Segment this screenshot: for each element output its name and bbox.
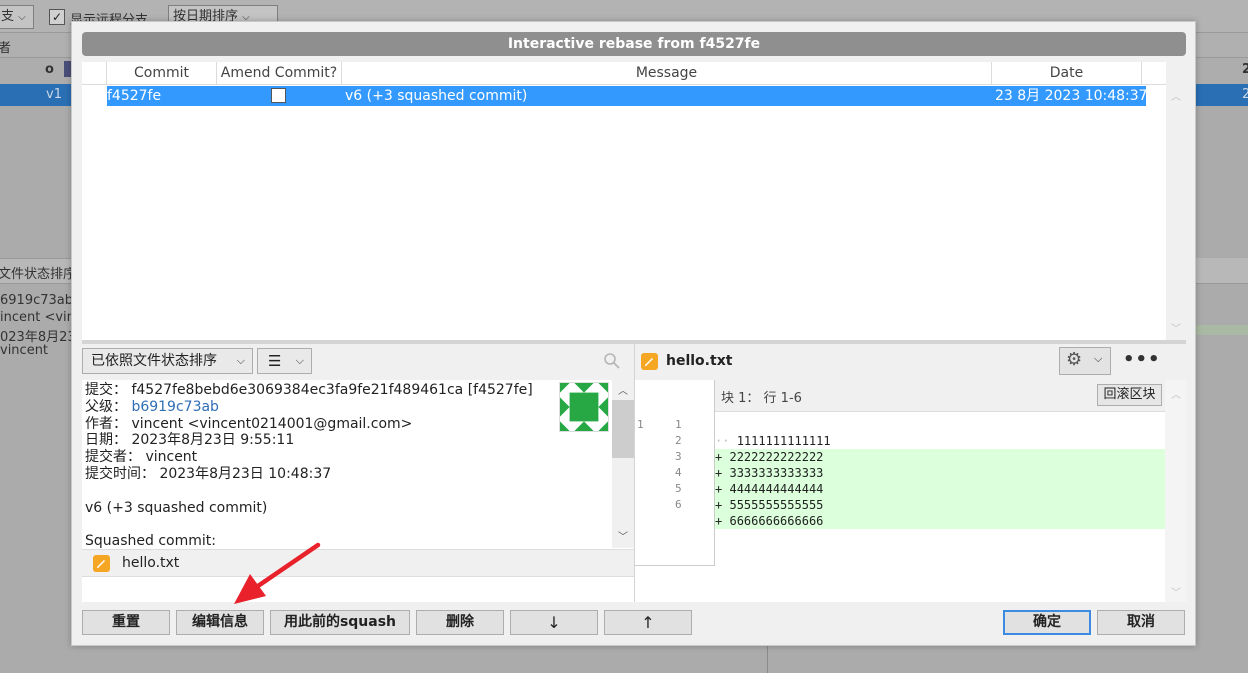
ok-button[interactable]: 确定 xyxy=(1003,610,1091,635)
rollback-hunk-button[interactable]: 回滚区块 xyxy=(1097,384,1162,406)
commit-details-pane: 已依照文件状态排序 ⌵ ☰ ⌵ 提交： f4527fe8bebd6e306938… xyxy=(82,344,634,602)
background-diff-bar xyxy=(1196,325,1248,335)
scroll-down-icon[interactable]: ﹀ xyxy=(1171,584,1181,599)
commit-hash: f4527fe8bebd6e3069384ec3fa9fe21f489461ca… xyxy=(131,382,533,398)
diff-line-added: + 2222222222222 xyxy=(715,449,1165,465)
new-line-number: 4 xyxy=(675,466,682,479)
search-icon[interactable] xyxy=(603,352,621,370)
file-name: hello.txt xyxy=(122,555,180,571)
diff-line: ·· 1111111111111 xyxy=(715,434,831,448)
diff-line-added: + 4444444444444 xyxy=(715,481,1165,497)
diff-scrollbar[interactable]: ︿ ﹀ xyxy=(1165,380,1187,602)
new-line-number: 2 xyxy=(675,434,682,447)
date-label: 日期： xyxy=(85,432,127,449)
cancel-button[interactable]: 取消 xyxy=(1097,610,1185,635)
interactive-rebase-dialog: Interactive rebase from f4527fe Commit A… xyxy=(71,21,1196,646)
selected-row-label: v1 xyxy=(46,87,62,102)
parent-label: 父级： xyxy=(85,398,127,415)
column-header-amend[interactable]: Amend Commit? xyxy=(217,62,342,85)
background-file-panel-header: 文件状态排序 xyxy=(0,258,80,284)
squashed-label: Squashed commit: xyxy=(85,533,216,548)
file-list-item[interactable]: hello.txt xyxy=(82,549,634,577)
author-value: vincent <vincent0214001@gmail.com> xyxy=(131,415,413,432)
amend-checkbox[interactable] xyxy=(271,88,286,103)
squash-with-previous-button[interactable]: 用此前的squash xyxy=(270,610,410,635)
row-commit: f4527fe xyxy=(107,88,162,104)
hunk-title: 块 1： 行 1-6 xyxy=(721,391,802,406)
branch-dropdown: 支 ⌵ xyxy=(0,5,34,29)
row-message: v6 (+3 squashed commit) xyxy=(345,88,528,104)
background-line: vincent xyxy=(0,343,49,358)
graph-node: o xyxy=(45,62,54,77)
diff-file-name: hello.txt xyxy=(666,353,733,369)
background-line: incent <vin xyxy=(0,310,75,325)
diff-line-added: + 6666666666666 xyxy=(715,513,1165,529)
background-line: 6919c73ab xyxy=(0,293,73,308)
scroll-up-icon[interactable]: ︿ xyxy=(1171,88,1181,103)
diff-line-added: + 5555555555555 xyxy=(715,497,1165,513)
edit-message-button[interactable]: 编辑信息 xyxy=(176,610,264,635)
details-toolbar: 已依照文件状态排序 ⌵ ☰ ⌵ xyxy=(82,344,634,380)
commit-time-value: 2023年8月23日 10:48:37 xyxy=(159,465,332,482)
scroll-thumb[interactable] xyxy=(612,400,634,458)
background-row-right: 2 xyxy=(1242,62,1248,77)
scroll-down-icon[interactable]: ﹀ xyxy=(618,528,628,543)
column-header-message[interactable]: Message xyxy=(342,62,992,85)
commit-time-label: 提交时间： xyxy=(85,465,155,482)
committer-value: vincent xyxy=(145,449,198,466)
diff-pane: hello.txt ⚙ ⌵ ••• 1 1 2 3 4 5 6 块 1： 行 1… xyxy=(634,344,1187,602)
list-icon: ☰ xyxy=(268,352,282,370)
scroll-up-icon[interactable]: ︿ xyxy=(1171,386,1181,401)
background-right-header xyxy=(1196,258,1248,284)
delete-button[interactable]: 删除 xyxy=(416,610,504,635)
parent-link[interactable]: b6919c73ab xyxy=(131,399,219,415)
scroll-up-icon[interactable]: ︿ xyxy=(618,382,628,397)
reset-button[interactable]: 重置 xyxy=(82,610,170,635)
chevron-down-icon: ⌵ xyxy=(295,354,304,367)
column-header-end xyxy=(1142,62,1166,85)
move-down-button[interactable]: ↓ xyxy=(510,610,598,635)
new-line-number: 6 xyxy=(675,498,682,511)
column-header-date[interactable]: Date xyxy=(992,62,1142,85)
more-icon[interactable]: ••• xyxy=(1123,349,1161,370)
commit-table-scrollbar[interactable]: ︿ ﹀ xyxy=(1166,84,1186,340)
old-line-number: 1 xyxy=(637,418,644,431)
column-header-blank xyxy=(82,62,107,85)
commit-table: Commit Amend Commit? Message Date f4527f… xyxy=(82,62,1166,340)
new-line-number: 3 xyxy=(675,450,682,463)
column-header-commit[interactable]: Commit xyxy=(107,62,217,85)
file-sort-dropdown[interactable]: 已依照文件状态排序 ⌵ xyxy=(82,348,253,374)
chevron-down-icon: ⌵ xyxy=(1094,352,1103,365)
diff-options-button[interactable]: ⚙ ⌵ xyxy=(1059,347,1111,375)
scroll-down-icon[interactable]: ﹀ xyxy=(1171,320,1181,335)
details-scrollbar[interactable]: ︿ ﹀ xyxy=(612,380,634,548)
chevron-down-icon: ⌵ xyxy=(236,354,245,367)
diff-toolbar: hello.txt ⚙ ⌵ ••• xyxy=(635,344,1187,380)
background-divider xyxy=(767,645,768,673)
background-header-left: 者 xyxy=(0,41,12,56)
table-row[interactable]: f4527fe v6 (+3 squashed commit) 23 8月 20… xyxy=(107,86,1148,106)
author-label: 作者： xyxy=(85,415,127,432)
dialog-title: Interactive rebase from f4527fe xyxy=(82,32,1186,56)
hunk-header: 块 1： 行 1-6 回滚区块 xyxy=(715,380,1165,412)
line-number-gutter: 1 1 2 3 4 5 6 xyxy=(635,380,715,566)
show-remote-checkbox: ✓ xyxy=(49,9,65,25)
commit-label: 提交： xyxy=(85,382,127,398)
new-line-number: 1 xyxy=(675,418,682,431)
gear-icon: ⚙ xyxy=(1066,349,1083,370)
move-up-button[interactable]: ↑ xyxy=(604,610,692,635)
diff-line-added: + 3333333333333 xyxy=(715,465,1165,481)
modified-file-icon xyxy=(93,555,110,572)
date-value: 2023年8月23日 9:55:11 xyxy=(131,432,295,449)
row-date: 23 8月 2023 10:48:37 xyxy=(995,88,1148,104)
commit-message: v6 (+3 squashed commit) xyxy=(85,499,268,516)
view-mode-dropdown[interactable]: ☰ ⌵ xyxy=(257,348,312,374)
commit-info: 提交： f4527fe8bebd6e3069384ec3fa9fe21f4894… xyxy=(82,380,612,548)
new-line-number: 5 xyxy=(675,482,682,495)
modified-file-icon xyxy=(641,353,658,370)
selected-row-right: 2 xyxy=(1242,87,1248,102)
committer-label: 提交者： xyxy=(85,449,141,466)
avatar xyxy=(559,382,609,432)
